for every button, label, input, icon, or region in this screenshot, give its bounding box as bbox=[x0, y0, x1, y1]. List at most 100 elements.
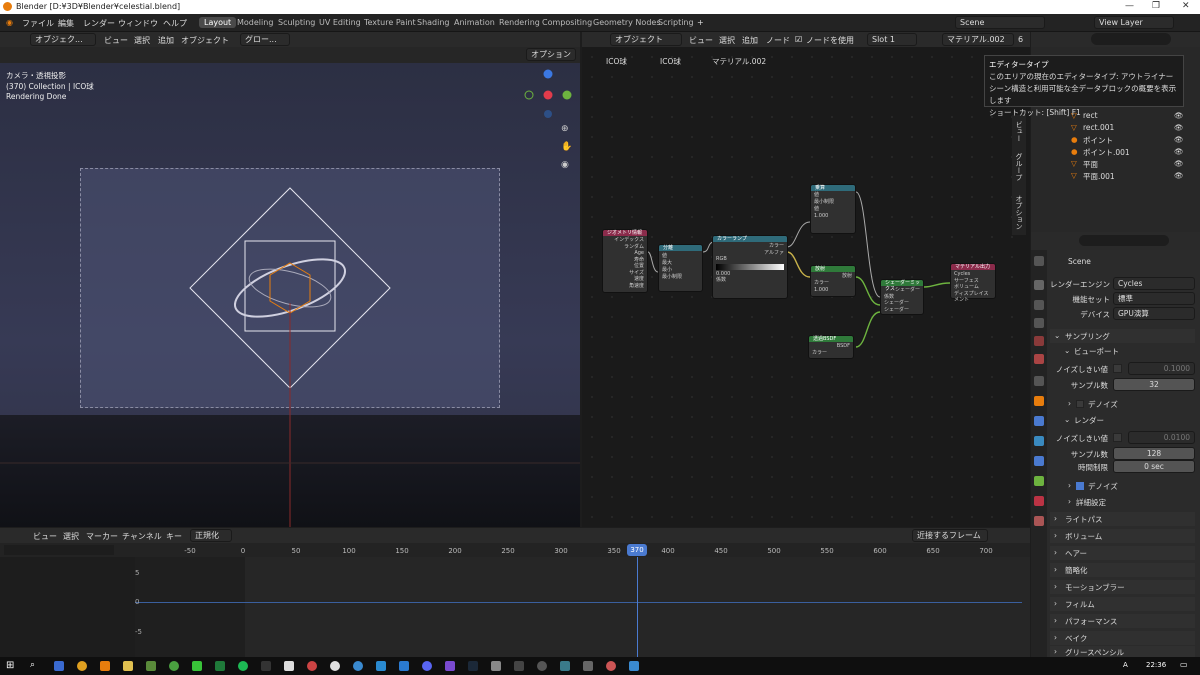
pan-hand-icon[interactable]: ✋ bbox=[561, 142, 572, 152]
viewport-menu-view[interactable]: ビュー bbox=[104, 35, 128, 46]
normalize-toggle[interactable]: 正規化 bbox=[190, 529, 232, 542]
feature-set-select[interactable]: 標準 bbox=[1113, 292, 1195, 305]
clock[interactable]: 22:36 bbox=[1146, 661, 1166, 669]
excel-icon[interactable] bbox=[215, 661, 225, 671]
view-layer-selector[interactable]: View Layer bbox=[1094, 16, 1174, 29]
scene-tab-icon[interactable] bbox=[1034, 336, 1044, 346]
eye-icon[interactable]: 👁 bbox=[1174, 171, 1184, 180]
outliner-item[interactable]: ▽ 平面 👁 bbox=[1031, 159, 1200, 171]
current-frame-indicator[interactable]: 370 bbox=[627, 544, 647, 556]
node-editor-canvas[interactable]: ICO球 ICO球 マテリアル.002 ジオメトリ情報 インデックス ランダム … bbox=[582, 47, 1030, 527]
camera-view-icon[interactable]: ◉ bbox=[561, 160, 569, 170]
tool-tab-icon[interactable] bbox=[1034, 256, 1044, 266]
vscode-icon[interactable] bbox=[399, 661, 409, 671]
viewport-menu-select[interactable]: 選択 bbox=[134, 35, 150, 46]
outliner-item[interactable]: ● ポイント 👁 bbox=[1031, 135, 1200, 147]
vp-noise-checkbox[interactable] bbox=[1113, 364, 1122, 373]
node-menu-select[interactable]: 選択 bbox=[719, 35, 735, 46]
advanced-row[interactable]: › 詳細設定 bbox=[1050, 495, 1195, 509]
close-button[interactable]: ✕ bbox=[1182, 1, 1190, 11]
taskbar-app-icon[interactable] bbox=[330, 661, 340, 671]
viewport-options-button[interactable]: オプション bbox=[526, 48, 576, 61]
panel-hair[interactable]: › ヘアー bbox=[1050, 546, 1195, 560]
tab-uv-editing[interactable]: UV Editing bbox=[314, 17, 366, 28]
viewport-menu-add[interactable]: 追加 bbox=[158, 35, 174, 46]
blender-menu-icon[interactable]: ◉ bbox=[6, 18, 13, 27]
add-workspace-icon[interactable]: + bbox=[697, 18, 704, 27]
outliner-search-input[interactable] bbox=[1091, 33, 1171, 45]
viewport-mode-select[interactable]: オブジェク... bbox=[30, 33, 96, 46]
output-tab-icon[interactable] bbox=[1034, 300, 1044, 310]
panel-grease-pencil[interactable]: › グリースペンシル bbox=[1050, 646, 1195, 657]
notification-icon[interactable]: ▭ bbox=[1180, 660, 1188, 669]
taskbar-app-icon[interactable] bbox=[261, 661, 271, 671]
outliner-item[interactable]: ▽ rect.001 👁 bbox=[1031, 123, 1200, 135]
explorer-icon[interactable] bbox=[123, 661, 133, 671]
chrome-icon[interactable] bbox=[77, 661, 87, 671]
node-separate[interactable]: 分離 値 最大 最小 最小制限 bbox=[658, 244, 703, 292]
side-tab-options[interactable]: オプション bbox=[1014, 195, 1024, 230]
keyframe-snap-select[interactable]: 近接するフレーム bbox=[912, 529, 988, 542]
graph-area[interactable]: 5 0 -5 bbox=[0, 557, 1030, 657]
side-tab-view[interactable]: ビュー bbox=[1014, 121, 1024, 142]
view-layer-tab-icon[interactable] bbox=[1034, 318, 1044, 328]
taskbar-app-icon[interactable] bbox=[284, 661, 294, 671]
taskbar-app-icon[interactable] bbox=[560, 661, 570, 671]
eye-icon[interactable]: 👁 bbox=[1174, 159, 1184, 168]
channel-search-input[interactable] bbox=[4, 545, 114, 555]
ime-indicator[interactable]: A bbox=[1123, 661, 1128, 669]
taskbar-app-icon[interactable] bbox=[629, 661, 639, 671]
vp-denoise-checkbox[interactable] bbox=[1076, 400, 1084, 408]
node-emission[interactable]: 放射 放射 カラー 1.000 bbox=[810, 265, 856, 297]
line-icon[interactable] bbox=[192, 661, 202, 671]
eye-icon[interactable]: 👁 bbox=[1174, 123, 1184, 132]
channel-list[interactable] bbox=[0, 557, 135, 657]
collection-tab-icon[interactable] bbox=[1034, 376, 1044, 386]
data-tab-icon[interactable] bbox=[1034, 476, 1044, 486]
taskbar-app-icon[interactable] bbox=[353, 661, 363, 671]
node-geometry-info[interactable]: ジオメトリ情報 インデックス ランダム Age 寿命 位置 サイズ 速度 角速度 bbox=[602, 229, 648, 293]
taskbar-app-icon[interactable] bbox=[54, 661, 64, 671]
taskbar-app-icon[interactable] bbox=[169, 661, 179, 671]
zoom-icon[interactable]: ⊕ bbox=[561, 124, 569, 134]
node-menu-add[interactable]: 追加 bbox=[742, 35, 758, 46]
menu-help[interactable]: ヘルプ bbox=[163, 18, 187, 29]
material-select[interactable]: マテリアル.002 bbox=[942, 33, 1014, 46]
slot-select[interactable]: Slot 1 bbox=[867, 33, 917, 46]
r-samples-field[interactable]: 128 bbox=[1113, 447, 1195, 460]
object-tab-icon[interactable] bbox=[1034, 396, 1044, 406]
tab-modeling[interactable]: Modeling bbox=[232, 17, 278, 28]
tab-animation[interactable]: Animation bbox=[449, 17, 500, 28]
frame-ruler[interactable]: -50 0 50 100 150 200 250 300 350 400 450… bbox=[0, 543, 1030, 557]
r-time-field[interactable]: 0 sec bbox=[1113, 460, 1195, 473]
menu-edit[interactable]: 編集 bbox=[58, 18, 74, 29]
properties-search-input[interactable] bbox=[1079, 235, 1169, 246]
3d-viewport[interactable]: カメラ・透視投影 (370) Collection | ICO球 Renderi… bbox=[0, 63, 580, 527]
r-noise-field[interactable]: 0.0100 bbox=[1128, 431, 1195, 444]
spotify-icon[interactable] bbox=[238, 661, 248, 671]
outliner-item[interactable]: ▽ 平面.001 👁 bbox=[1031, 171, 1200, 183]
world-tab-icon[interactable] bbox=[1034, 354, 1044, 364]
taskbar-app-icon[interactable] bbox=[514, 661, 524, 671]
material-tab-icon[interactable] bbox=[1034, 496, 1044, 506]
render-tab-icon[interactable] bbox=[1034, 280, 1044, 290]
render-engine-select[interactable]: Cycles bbox=[1113, 277, 1195, 290]
node-editor-mode-select[interactable]: オブジェクト bbox=[610, 33, 682, 46]
outliner-item[interactable]: ● ポイント.001 👁 bbox=[1031, 147, 1200, 159]
menu-file[interactable]: ファイル bbox=[22, 18, 54, 29]
mail-icon[interactable] bbox=[376, 661, 386, 671]
taskbar-app-icon[interactable] bbox=[537, 661, 547, 671]
taskbar-app-icon[interactable] bbox=[445, 661, 455, 671]
color-ramp-gradient[interactable] bbox=[716, 263, 784, 270]
node-mix-shader[interactable]: シェーダーミックス シェーダー 係数 シェーダー シェーダー bbox=[880, 279, 924, 315]
node-transparent-bsdf[interactable]: 透過BSDF BSDF カラー bbox=[808, 335, 854, 359]
panel-volume[interactable]: › ボリューム bbox=[1050, 529, 1195, 543]
physics-tab-icon[interactable] bbox=[1034, 456, 1044, 466]
panel-bake[interactable]: › ベイク bbox=[1050, 631, 1195, 645]
taskbar-app-icon[interactable] bbox=[307, 661, 317, 671]
viewport-subpanel-header[interactable]: ⌄ ビューポート bbox=[1050, 344, 1195, 358]
tab-scripting[interactable]: Scripting bbox=[653, 17, 699, 28]
eye-icon[interactable]: 👁 bbox=[1174, 135, 1184, 144]
render-subpanel-header[interactable]: ⌄ レンダー bbox=[1050, 413, 1195, 427]
tl-menu-marker[interactable]: マーカー bbox=[86, 531, 118, 542]
